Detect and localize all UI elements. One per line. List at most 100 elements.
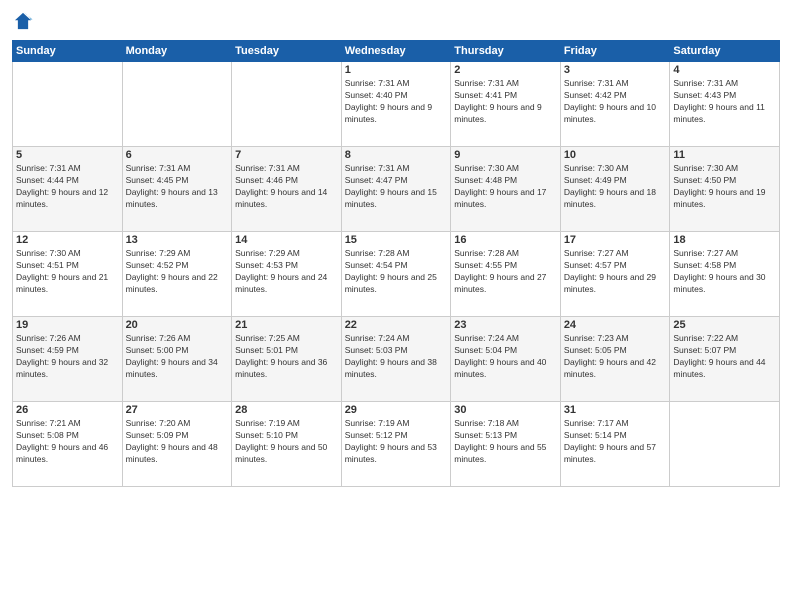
day-number: 6	[126, 149, 229, 161]
calendar-week-row: 5Sunrise: 7:31 AMSunset: 4:44 PMDaylight…	[13, 147, 780, 232]
calendar-cell: 18Sunrise: 7:27 AMSunset: 4:58 PMDayligh…	[670, 232, 780, 317]
day-info: Sunrise: 7:31 AMSunset: 4:41 PMDaylight:…	[454, 78, 557, 126]
day-number: 15	[345, 234, 448, 246]
day-number: 24	[564, 319, 667, 331]
day-info: Sunrise: 7:31 AMSunset: 4:43 PMDaylight:…	[673, 78, 776, 126]
day-info: Sunrise: 7:31 AMSunset: 4:42 PMDaylight:…	[564, 78, 667, 126]
day-number: 20	[126, 319, 229, 331]
calendar-cell: 13Sunrise: 7:29 AMSunset: 4:52 PMDayligh…	[122, 232, 232, 317]
calendar-cell	[122, 62, 232, 147]
calendar-cell: 23Sunrise: 7:24 AMSunset: 5:04 PMDayligh…	[451, 317, 561, 402]
day-number: 13	[126, 234, 229, 246]
day-info: Sunrise: 7:17 AMSunset: 5:14 PMDaylight:…	[564, 418, 667, 466]
calendar-cell: 8 Sunrise: 7:31 AMSunset: 4:47 PMDaylight…	[341, 147, 451, 232]
weekday-header-row: SundayMondayTuesdayWednesdayThursdayFrid…	[13, 41, 780, 62]
weekday-header-thursday: Thursday	[451, 41, 561, 62]
calendar-cell	[670, 402, 780, 487]
calendar-cell: 6 Sunrise: 7:31 AMSunset: 4:45 PMDaylight…	[122, 147, 232, 232]
calendar-cell: 24 Sunrise: 7:23 AMSunset: 5:05 PMDayligh…	[560, 317, 670, 402]
calendar-cell: 20 Sunrise: 7:26 AMSunset: 5:00 PMDayligh…	[122, 317, 232, 402]
calendar-cell: 17 Sunrise: 7:27 AMSunset: 4:57 PMDayligh…	[560, 232, 670, 317]
calendar-cell: 5Sunrise: 7:31 AMSunset: 4:44 PMDaylight…	[13, 147, 123, 232]
day-info: Sunrise: 7:30 AMSunset: 4:48 PMDaylight:…	[454, 163, 557, 211]
weekday-header-sunday: Sunday	[13, 41, 123, 62]
day-number: 19	[16, 319, 119, 331]
calendar-cell: 29 Sunrise: 7:19 AMSunset: 5:12 PMDayligh…	[341, 402, 451, 487]
day-info: Sunrise: 7:24 AMSunset: 5:03 PMDaylight:…	[345, 333, 448, 381]
calendar-cell: 31 Sunrise: 7:17 AMSunset: 5:14 PMDayligh…	[560, 402, 670, 487]
day-info: Sunrise: 7:26 AMSunset: 5:00 PMDaylight:…	[126, 333, 229, 381]
day-info: Sunrise: 7:26 AMSunset: 4:59 PMDaylight:…	[16, 333, 119, 381]
day-info: Sunrise: 7:30 AMSunset: 4:50 PMDaylight:…	[673, 163, 776, 211]
day-number: 14	[235, 234, 338, 246]
day-info: Sunrise: 7:31 AMSunset: 4:40 PMDaylight:…	[345, 78, 448, 126]
weekday-header-tuesday: Tuesday	[232, 41, 342, 62]
day-info: Sunrise: 7:19 AMSunset: 5:10 PMDaylight:…	[235, 418, 338, 466]
calendar-cell: 26 Sunrise: 7:21 AMSunset: 5:08 PMDayligh…	[13, 402, 123, 487]
day-info: Sunrise: 7:31 AMSunset: 4:46 PMDaylight:…	[235, 163, 338, 211]
calendar-cell: 4 Sunrise: 7:31 AMSunset: 4:43 PMDaylight…	[670, 62, 780, 147]
day-info: Sunrise: 7:19 AMSunset: 5:12 PMDaylight:…	[345, 418, 448, 466]
calendar-cell: 1 Sunrise: 7:31 AMSunset: 4:40 PMDaylight…	[341, 62, 451, 147]
day-number: 28	[235, 404, 338, 416]
calendar-cell: 14 Sunrise: 7:29 AMSunset: 4:53 PMDayligh…	[232, 232, 342, 317]
day-number: 4	[673, 64, 776, 76]
day-info: Sunrise: 7:31 AMSunset: 4:45 PMDaylight:…	[126, 163, 229, 211]
day-info: Sunrise: 7:20 AMSunset: 5:09 PMDaylight:…	[126, 418, 229, 466]
calendar-cell: 27 Sunrise: 7:20 AMSunset: 5:09 PMDayligh…	[122, 402, 232, 487]
calendar-week-row: 12 Sunrise: 7:30 AMSunset: 4:51 PMDayligh…	[13, 232, 780, 317]
logo-icon	[12, 10, 34, 32]
day-number: 2	[454, 64, 557, 76]
day-number: 30	[454, 404, 557, 416]
day-info: Sunrise: 7:28 AMSunset: 4:54 PMDaylight:…	[345, 248, 448, 296]
weekday-header-wednesday: Wednesday	[341, 41, 451, 62]
calendar-cell: 28 Sunrise: 7:19 AMSunset: 5:10 PMDayligh…	[232, 402, 342, 487]
day-info: Sunrise: 7:31 AMSunset: 4:47 PMDaylight:…	[345, 163, 448, 211]
weekday-header-saturday: Saturday	[670, 41, 780, 62]
calendar-cell: 21 Sunrise: 7:25 AMSunset: 5:01 PMDayligh…	[232, 317, 342, 402]
day-info: Sunrise: 7:21 AMSunset: 5:08 PMDaylight:…	[16, 418, 119, 466]
calendar-table: SundayMondayTuesdayWednesdayThursdayFrid…	[12, 40, 780, 487]
calendar-cell: 9 Sunrise: 7:30 AMSunset: 4:48 PMDaylight…	[451, 147, 561, 232]
day-number: 18	[673, 234, 776, 246]
calendar-week-row: 26 Sunrise: 7:21 AMSunset: 5:08 PMDayligh…	[13, 402, 780, 487]
day-number: 5	[16, 149, 119, 161]
day-number: 21	[235, 319, 338, 331]
calendar-cell: 19 Sunrise: 7:26 AMSunset: 4:59 PMDayligh…	[13, 317, 123, 402]
calendar-cell: 25Sunrise: 7:22 AMSunset: 5:07 PMDayligh…	[670, 317, 780, 402]
day-info: Sunrise: 7:30 AMSunset: 4:51 PMDaylight:…	[16, 248, 119, 296]
day-info: Sunrise: 7:27 AMSunset: 4:57 PMDaylight:…	[564, 248, 667, 296]
calendar-cell: 10Sunrise: 7:30 AMSunset: 4:49 PMDayligh…	[560, 147, 670, 232]
day-number: 8	[345, 149, 448, 161]
day-number: 17	[564, 234, 667, 246]
day-number: 16	[454, 234, 557, 246]
day-number: 10	[564, 149, 667, 161]
day-number: 26	[16, 404, 119, 416]
day-info: Sunrise: 7:18 AMSunset: 5:13 PMDaylight:…	[454, 418, 557, 466]
weekday-header-friday: Friday	[560, 41, 670, 62]
calendar-cell: 7 Sunrise: 7:31 AMSunset: 4:46 PMDaylight…	[232, 147, 342, 232]
day-number: 3	[564, 64, 667, 76]
day-number: 7	[235, 149, 338, 161]
day-number: 31	[564, 404, 667, 416]
calendar-cell	[13, 62, 123, 147]
calendar-cell: 30 Sunrise: 7:18 AMSunset: 5:13 PMDayligh…	[451, 402, 561, 487]
calendar-cell: 15 Sunrise: 7:28 AMSunset: 4:54 PMDayligh…	[341, 232, 451, 317]
day-info: Sunrise: 7:23 AMSunset: 5:05 PMDaylight:…	[564, 333, 667, 381]
day-info: Sunrise: 7:25 AMSunset: 5:01 PMDaylight:…	[235, 333, 338, 381]
day-number: 1	[345, 64, 448, 76]
day-number: 12	[16, 234, 119, 246]
day-number: 29	[345, 404, 448, 416]
header	[12, 10, 780, 32]
day-number: 9	[454, 149, 557, 161]
calendar-cell: 2 Sunrise: 7:31 AMSunset: 4:41 PMDaylight…	[451, 62, 561, 147]
calendar-week-row: 1 Sunrise: 7:31 AMSunset: 4:40 PMDaylight…	[13, 62, 780, 147]
calendar-cell: 3 Sunrise: 7:31 AMSunset: 4:42 PMDaylight…	[560, 62, 670, 147]
day-number: 11	[673, 149, 776, 161]
day-number: 23	[454, 319, 557, 331]
day-number: 27	[126, 404, 229, 416]
day-info: Sunrise: 7:29 AMSunset: 4:53 PMDaylight:…	[235, 248, 338, 296]
calendar-cell: 16Sunrise: 7:28 AMSunset: 4:55 PMDayligh…	[451, 232, 561, 317]
page: SundayMondayTuesdayWednesdayThursdayFrid…	[0, 0, 792, 612]
calendar-cell: 12 Sunrise: 7:30 AMSunset: 4:51 PMDayligh…	[13, 232, 123, 317]
